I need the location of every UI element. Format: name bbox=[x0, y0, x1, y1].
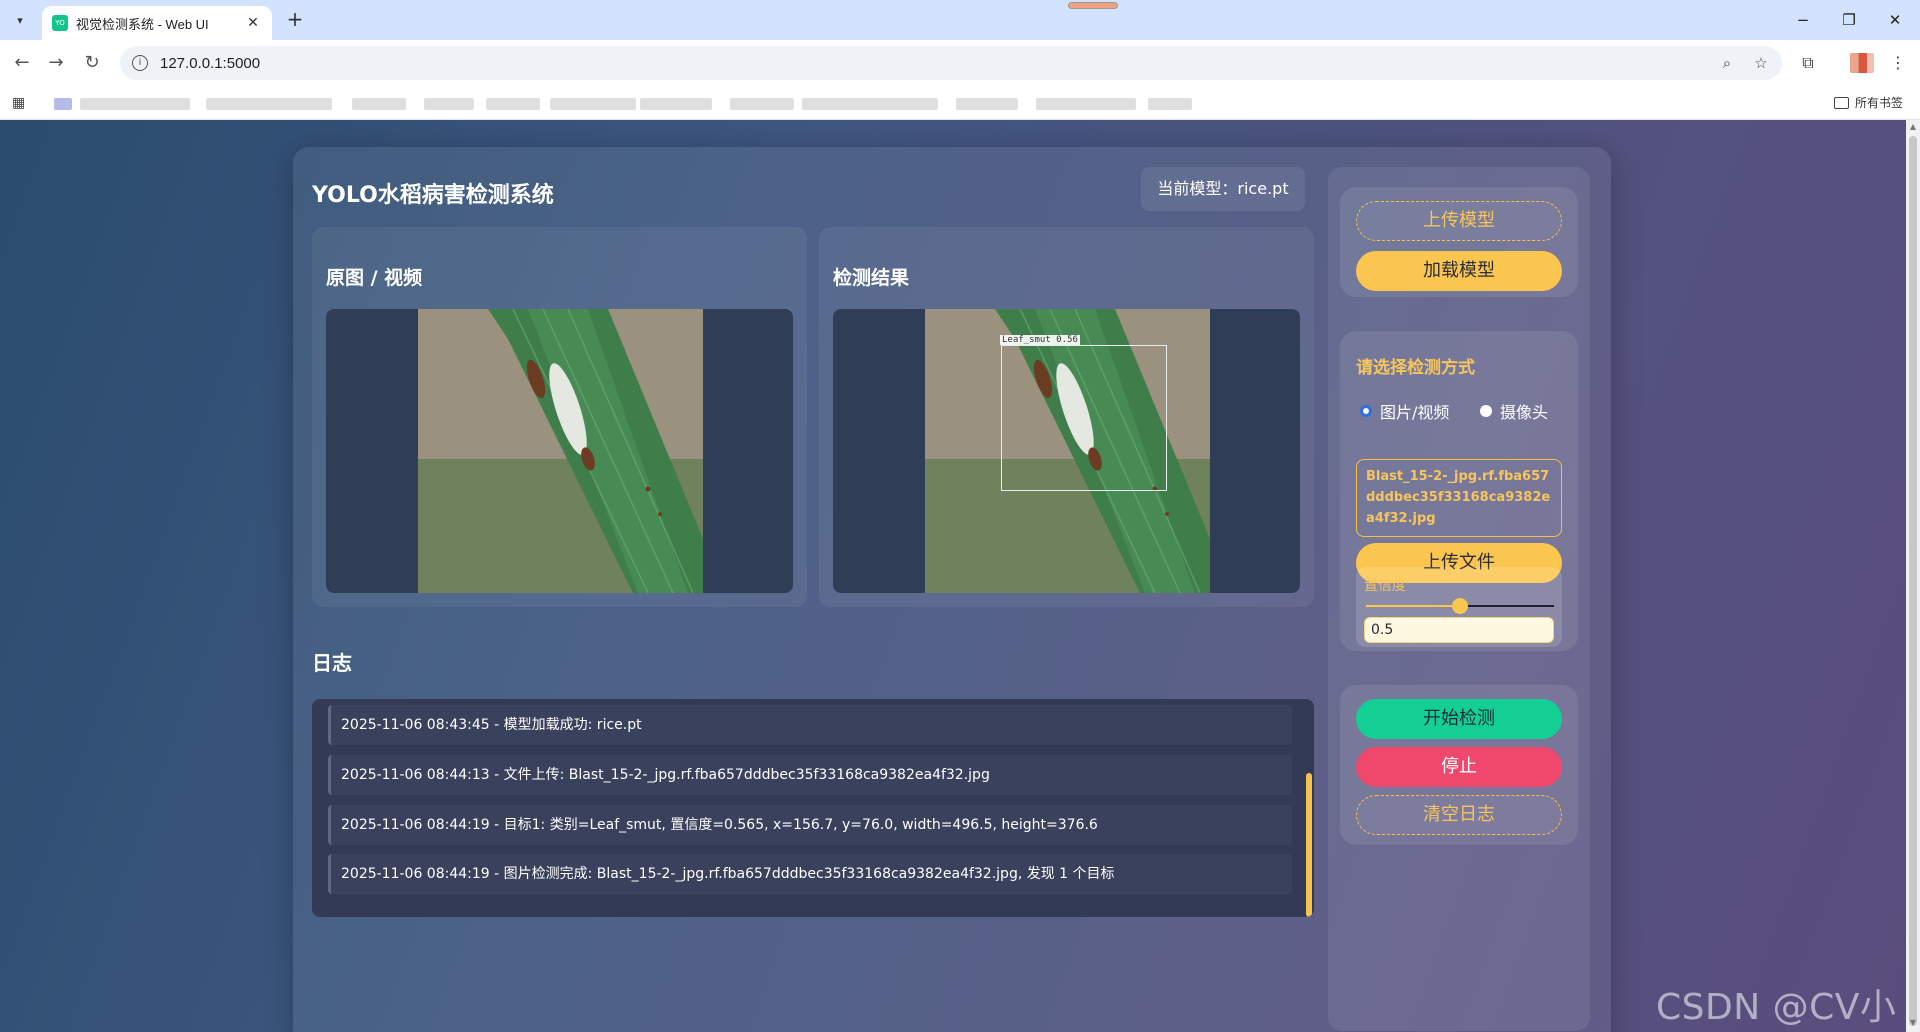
confidence-card: 置信度 0.5 bbox=[1340, 547, 1578, 667]
radio-selected-icon[interactable] bbox=[1360, 405, 1372, 417]
selected-file-name: Blast_15-2-_jpg.rf.fba657dddbec35f33168c… bbox=[1356, 459, 1562, 537]
result-panel: 检测结果 Leaf_smut 0.56 bbox=[819, 227, 1314, 607]
load-model-button[interactable]: 加载模型 bbox=[1356, 251, 1562, 291]
bookmark-item[interactable] bbox=[1148, 98, 1192, 110]
log-entry: 2025-11-06 08:44:19 - 目标1: 类别=Leaf_smut,… bbox=[328, 805, 1292, 845]
log-panel[interactable]: 2025-11-06 08:43:45 - 模型加载成功: rice.pt 20… bbox=[312, 699, 1314, 917]
scroll-up-icon[interactable]: ▲ bbox=[1908, 122, 1918, 132]
page-viewport: YOLO水稻病害检测系统 当前模型：rice.pt 原图 / 视频 检测结果 L… bbox=[0, 120, 1906, 1032]
bookmark-item[interactable] bbox=[550, 98, 636, 110]
radio-unselected-icon[interactable] bbox=[1480, 405, 1492, 417]
apps-grid-icon[interactable]: ▦ bbox=[12, 95, 28, 111]
bookmark-item[interactable] bbox=[730, 98, 794, 110]
browser-tab-bar: ▾ YO 视觉检测系统 - Web UI ✕ + − ❐ ✕ bbox=[0, 0, 1920, 40]
restore-icon[interactable]: ❐ bbox=[1834, 8, 1864, 32]
start-detection-button[interactable]: 开始检测 bbox=[1356, 699, 1562, 739]
tab-title: 视觉检测系统 - Web UI bbox=[76, 16, 209, 32]
confidence-input[interactable]: 0.5 bbox=[1364, 617, 1554, 643]
confidence-slider[interactable] bbox=[1366, 598, 1554, 614]
window-drag-pill bbox=[1068, 2, 1118, 9]
log-entry: 2025-11-06 08:44:19 - 图片检测完成: Blast_15-2… bbox=[328, 854, 1292, 894]
new-tab-icon[interactable]: + bbox=[283, 8, 307, 32]
page-scrollbar-thumb[interactable] bbox=[1909, 136, 1917, 1026]
confidence-label: 置信度 bbox=[1364, 578, 1406, 594]
stop-button[interactable]: 停止 bbox=[1356, 747, 1562, 787]
bookmark-item[interactable] bbox=[352, 98, 406, 110]
close-window-icon[interactable]: ✕ bbox=[1880, 8, 1910, 32]
all-bookmarks[interactable]: 所有书签 bbox=[1834, 94, 1903, 111]
current-model-badge: 当前模型：rice.pt bbox=[1141, 167, 1305, 211]
minimize-icon[interactable]: − bbox=[1788, 8, 1818, 32]
confidence-panel: 置信度 0.5 bbox=[1356, 567, 1562, 647]
app-container: YOLO水稻病害检测系统 当前模型：rice.pt 原图 / 视频 检测结果 L… bbox=[293, 147, 1611, 1032]
bookmark-item[interactable] bbox=[1036, 98, 1136, 110]
result-leaf-image: Leaf_smut 0.56 bbox=[925, 309, 1210, 593]
bookmark-item[interactable] bbox=[206, 98, 332, 110]
bookmark-item[interactable] bbox=[802, 98, 938, 110]
bookmark-item[interactable] bbox=[54, 98, 72, 110]
control-sidebar: 上传模型 加载模型 请选择检测方式 图片/视频 摄像头 Blast_15-2-_… bbox=[1328, 167, 1590, 1031]
result-panel-title: 检测结果 bbox=[833, 267, 910, 289]
source-panel: 原图 / 视频 bbox=[312, 227, 807, 607]
bookmark-item[interactable] bbox=[424, 98, 474, 110]
url-text[interactable]: 127.0.0.1:5000 bbox=[160, 55, 260, 72]
bookmark-item[interactable] bbox=[486, 98, 540, 110]
source-panel-title: 原图 / 视频 bbox=[326, 267, 423, 289]
radio-image-video[interactable]: 图片/视频 bbox=[1360, 399, 1449, 423]
clear-log-button[interactable]: 清空日志 bbox=[1356, 795, 1562, 835]
tab-search-icon[interactable]: ▾ bbox=[8, 8, 32, 32]
detection-bounding-box bbox=[1001, 345, 1167, 491]
log-title: 日志 bbox=[312, 651, 352, 675]
back-icon[interactable]: ← bbox=[10, 51, 34, 75]
all-bookmarks-label: 所有书签 bbox=[1855, 96, 1904, 110]
model-card: 上传模型 加载模型 bbox=[1340, 187, 1578, 297]
browser-toolbar: ← → ↻ i 127.0.0.1:5000 ⌕ ☆ ⧉ ⋮ bbox=[0, 40, 1920, 86]
extensions-icon[interactable]: ⧉ bbox=[1796, 51, 1820, 75]
profile-avatar[interactable] bbox=[1850, 53, 1874, 73]
bookmark-item[interactable] bbox=[640, 98, 712, 110]
zoom-icon[interactable]: ⌕ bbox=[1716, 52, 1738, 74]
reload-icon[interactable]: ↻ bbox=[80, 51, 104, 75]
page-title: YOLO水稻病害检测系统 bbox=[312, 183, 554, 208]
log-entry: 2025-11-06 08:44:13 - 文件上传: Blast_15-2-_… bbox=[328, 755, 1292, 795]
forward-icon[interactable]: → bbox=[44, 51, 68, 75]
radio-camera-label: 摄像头 bbox=[1500, 403, 1549, 422]
site-info-icon[interactable]: i bbox=[132, 55, 148, 71]
log-entry: 2025-11-06 08:43:45 - 模型加载成功: rice.pt bbox=[328, 705, 1292, 745]
page-scrollbar[interactable]: ▲ ▼ bbox=[1906, 120, 1920, 1032]
address-bar[interactable]: i 127.0.0.1:5000 ⌕ ☆ bbox=[120, 46, 1782, 80]
bookmark-star-icon[interactable]: ☆ bbox=[1750, 52, 1772, 74]
tab-close-icon[interactable]: ✕ bbox=[244, 15, 262, 31]
bookmark-item[interactable] bbox=[956, 98, 1018, 110]
watermark: CSDN @CV小涵 bbox=[1656, 987, 1897, 1028]
result-image-frame: Leaf_smut 0.56 bbox=[833, 309, 1300, 593]
detection-label: Leaf_smut 0.56 bbox=[1000, 335, 1080, 345]
menu-kebab-icon[interactable]: ⋮ bbox=[1886, 51, 1910, 75]
tab-favicon-icon: YO bbox=[52, 15, 68, 31]
radio-image-video-label: 图片/视频 bbox=[1380, 403, 1450, 422]
browser-tab[interactable]: YO 视觉检测系统 - Web UI ✕ bbox=[42, 6, 272, 40]
mode-title: 请选择检测方式 bbox=[1356, 358, 1475, 378]
radio-camera[interactable]: 摄像头 bbox=[1480, 399, 1548, 423]
source-image-frame bbox=[326, 309, 793, 593]
confidence-slider-fill bbox=[1366, 605, 1460, 607]
confidence-slider-thumb[interactable] bbox=[1452, 598, 1468, 614]
bookmarks-bar: ▦ 所有书签 bbox=[0, 86, 1920, 204]
folder-icon bbox=[1834, 96, 1849, 109]
upload-model-button[interactable]: 上传模型 bbox=[1356, 201, 1562, 241]
action-card: 开始检测 停止 清空日志 bbox=[1340, 685, 1578, 845]
log-scrollbar[interactable] bbox=[1306, 773, 1312, 917]
source-leaf-image bbox=[418, 309, 703, 593]
bookmark-item[interactable] bbox=[80, 98, 190, 110]
